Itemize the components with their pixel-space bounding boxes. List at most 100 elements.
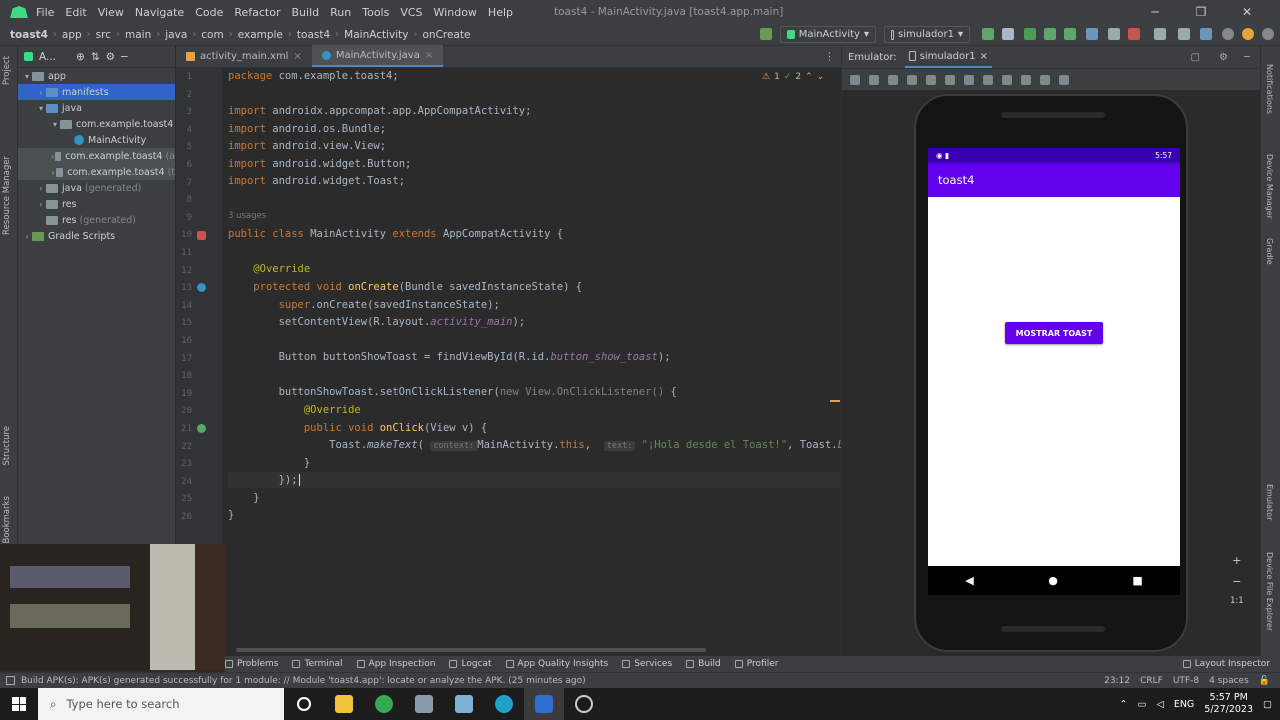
volume-down-icon[interactable]	[888, 74, 898, 85]
taskbar-app[interactable]	[364, 688, 404, 720]
rotate-right-icon[interactable]	[926, 74, 936, 85]
notifications-icon[interactable]: ▢	[1263, 699, 1272, 710]
collapse-icon[interactable]: ⇅	[91, 51, 100, 63]
nav-home-icon[interactable]: ●	[1048, 574, 1058, 587]
tree-item[interactable]: › com.example.toast4 (a	[18, 148, 175, 164]
breadcrumb-item[interactable]: toast4	[297, 29, 330, 41]
tool-window-device-manager[interactable]: Device Manager	[1265, 154, 1274, 219]
tool-build[interactable]: Build	[686, 659, 721, 669]
close-icon[interactable]: ✕	[1224, 5, 1270, 19]
menu-run[interactable]: Run	[330, 6, 351, 19]
rerun-icon[interactable]	[982, 28, 994, 40]
maximize-icon[interactable]: ▢	[1191, 52, 1200, 63]
expand-arrow-icon[interactable]: ▾	[36, 104, 46, 113]
hammer-icon[interactable]	[760, 28, 772, 40]
debug-icon[interactable]	[1044, 28, 1056, 40]
hide-icon[interactable]: ─	[121, 51, 127, 63]
menu-vcs[interactable]: VCS	[400, 6, 422, 19]
indent-setting[interactable]: 4 spaces	[1209, 676, 1249, 686]
apply-code-changes-icon[interactable]	[1024, 28, 1036, 40]
tool-layout-inspector[interactable]: Layout Inspector	[1182, 659, 1270, 669]
sdk-manager-icon[interactable]	[1178, 28, 1190, 40]
project-view-label[interactable]: A...	[39, 51, 56, 63]
network-icon[interactable]: ▭	[1138, 699, 1147, 710]
hide-icon[interactable]: ─	[1244, 52, 1250, 63]
settings-gear-icon[interactable]	[1262, 28, 1274, 40]
apply-changes-icon[interactable]	[1002, 28, 1014, 40]
back-icon[interactable]	[945, 74, 955, 85]
tool-window-gradle[interactable]: Gradle	[1265, 238, 1274, 265]
menu-window[interactable]: Window	[434, 6, 477, 19]
screenshot-icon[interactable]	[1002, 74, 1012, 85]
chevron-up-icon[interactable]: ⌃	[805, 72, 813, 82]
tool-window-resource-manager[interactable]: Resource Manager	[2, 156, 12, 235]
chevron-up-icon[interactable]: ⌃	[1120, 699, 1128, 710]
override-marker-icon[interactable]	[197, 283, 206, 292]
tree-item[interactable]: › Gradle Scripts	[18, 228, 175, 244]
implements-marker-icon[interactable]	[197, 424, 206, 433]
expand-arrow-icon[interactable]: ▾	[50, 120, 60, 129]
caret-position[interactable]: 23:12	[1104, 676, 1130, 686]
expand-arrow-icon[interactable]: ›	[36, 88, 46, 97]
lock-icon[interactable]: 🔓	[1259, 676, 1270, 686]
tool-window-notifications[interactable]: Notifications	[1265, 64, 1274, 114]
tree-item[interactable]: ▾ java	[18, 100, 175, 116]
tree-item[interactable]: › java (generated)	[18, 180, 175, 196]
gear-icon[interactable]: ⚙	[106, 51, 115, 63]
task-view-button[interactable]	[284, 688, 324, 720]
tab-activity-main-xml[interactable]: activity_main.xml ×	[176, 45, 312, 67]
expand-arrow-icon[interactable]: ›	[36, 200, 46, 209]
taskbar-app[interactable]	[404, 688, 444, 720]
rotate-left-icon[interactable]	[907, 74, 917, 85]
tool-services[interactable]: Services	[622, 659, 672, 669]
close-icon[interactable]: ×	[425, 50, 433, 61]
sync-icon[interactable]	[1200, 28, 1212, 40]
menu-code[interactable]: Code	[195, 6, 223, 19]
horizontal-scrollbar[interactable]	[236, 648, 706, 652]
device-select[interactable]: simulador1 ▾	[884, 26, 970, 43]
menu-help[interactable]: Help	[488, 6, 513, 19]
more-icon[interactable]	[1059, 74, 1069, 85]
inspection-widget[interactable]: ⚠ 1 ✓ 2 ⌃ ⌄	[762, 72, 824, 82]
tree-item[interactable]: › manifests	[18, 84, 175, 100]
menu-file[interactable]: File	[36, 6, 54, 19]
tree-item[interactable]: MainActivity	[18, 132, 175, 148]
restore-icon[interactable]: ❐	[1178, 5, 1224, 19]
taskbar-app-active[interactable]	[524, 688, 564, 720]
search-icon[interactable]	[1222, 28, 1234, 40]
tool-profiler[interactable]: Profiler	[734, 659, 778, 669]
volume-up-icon[interactable]	[869, 74, 879, 85]
tree-item[interactable]: res (generated)	[18, 212, 175, 228]
menu-tools[interactable]: Tools	[362, 6, 389, 19]
usages-hint[interactable]: 3 usages	[228, 211, 266, 221]
gear-icon[interactable]: ⚙	[1219, 52, 1228, 63]
taskbar-app[interactable]	[484, 688, 524, 720]
stop-icon[interactable]	[1128, 28, 1140, 40]
menu-navigate[interactable]: Navigate	[135, 6, 184, 19]
chevron-down-icon[interactable]: ⌄	[817, 72, 825, 82]
record-icon[interactable]	[1021, 74, 1031, 85]
tool-window-emulator[interactable]: Emulator	[1265, 484, 1274, 520]
class-run-icon[interactable]	[197, 231, 206, 240]
close-icon[interactable]: ×	[293, 51, 301, 62]
menu-refactor[interactable]: Refactor	[234, 6, 280, 19]
zoom-actual-size[interactable]: 1:1	[1230, 596, 1244, 606]
tab-mainactivity-java[interactable]: MainActivity.java ×	[311, 45, 444, 67]
menu-build[interactable]: Build	[292, 6, 320, 19]
tree-item[interactable]: ▾ com.example.toast4	[18, 116, 175, 132]
coverage-icon[interactable]	[1064, 28, 1076, 40]
overview-icon[interactable]	[983, 74, 993, 85]
tool-window-device-file-explorer[interactable]: Device File Explorer	[1265, 552, 1274, 631]
profile-icon[interactable]	[1086, 28, 1098, 40]
clock[interactable]: 5:57 PM 5/27/2023	[1204, 692, 1253, 716]
tool-app-inspection[interactable]: App Inspection	[356, 659, 435, 669]
error-stripe-marker[interactable]	[830, 400, 840, 402]
nav-recents-icon[interactable]: ■	[1132, 574, 1142, 587]
input-language[interactable]: ENG	[1174, 699, 1194, 710]
tree-item[interactable]: ▾ app	[18, 68, 175, 84]
show-toast-button[interactable]: MOSTRAR TOAST	[1005, 322, 1103, 344]
tab-actions-icon[interactable]: ⋮	[824, 50, 835, 63]
phone-screen[interactable]: ◉ ▮ 5:57 toast4 MOSTRAR TOAST ◀ ● ■	[928, 148, 1180, 595]
start-button[interactable]	[0, 688, 38, 720]
status-message[interactable]: Build APK(s): APK(s) generated successfu…	[21, 676, 586, 686]
